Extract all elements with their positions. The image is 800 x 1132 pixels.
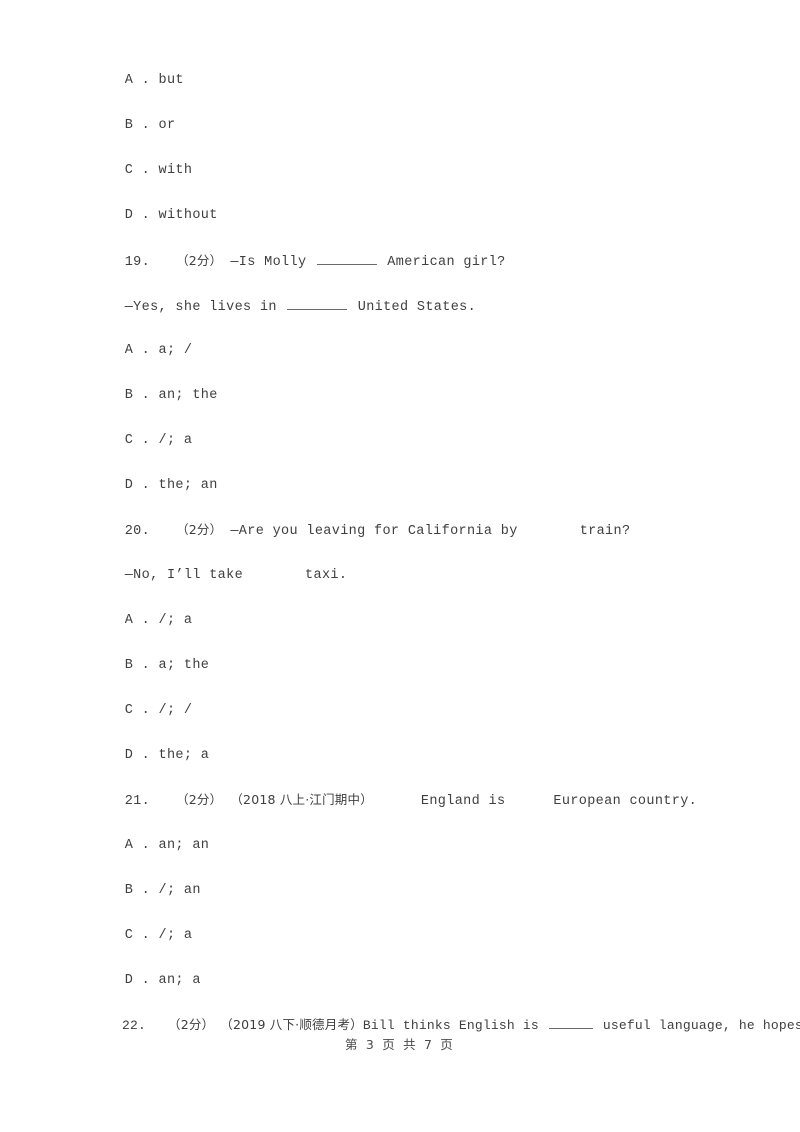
option-row[interactable]: C . /; /: [74, 687, 192, 735]
option-separator: .: [133, 388, 159, 403]
option-letter: A: [124, 73, 134, 88]
question-text-after-blank: train?: [579, 524, 631, 539]
option-row[interactable]: D . the; a: [74, 732, 209, 780]
question-stem: 19. （2分） —Is Molly American girl?: [74, 236, 506, 287]
question-source: （2019 八下·顺德月考）: [220, 1017, 363, 1032]
option-separator: .: [133, 973, 159, 988]
question-source: （2018 八上·江门期中）: [230, 792, 373, 807]
option-letter: D: [124, 478, 134, 493]
option-separator: .: [133, 478, 159, 493]
question-number: 19.: [124, 255, 151, 270]
option-letter: C: [124, 163, 134, 178]
question-text-before-blank: —Are you leaving for California by: [230, 524, 518, 539]
option-separator: .: [133, 928, 159, 943]
option-row[interactable]: D . the; an: [74, 462, 218, 510]
option-text: an; an: [158, 838, 210, 853]
question-number: 21.: [124, 794, 151, 809]
question-stem-line2: —No, I’ll take taxi.: [74, 552, 347, 600]
option-separator: .: [133, 73, 159, 88]
option-separator: .: [133, 613, 159, 628]
answer-blank[interactable]: [316, 252, 377, 265]
option-separator: .: [133, 343, 159, 358]
option-text: an; the: [158, 388, 218, 403]
question-number: 22.: [122, 1018, 147, 1033]
answer-blank[interactable]: [287, 297, 348, 310]
option-separator: .: [133, 118, 159, 133]
question-points: （2分）: [176, 522, 223, 537]
option-text: an; a: [158, 973, 201, 988]
option-letter: A: [124, 613, 134, 628]
question-text-after-blank: United States.: [349, 300, 477, 315]
question-text-after-blank: taxi.: [305, 568, 348, 583]
answer-blank[interactable]: [548, 1016, 593, 1029]
option-text: with: [158, 163, 193, 178]
option-row[interactable]: C . /; a: [74, 912, 192, 960]
option-text: /; /: [158, 703, 193, 718]
question-stem-line2: —Yes, she lives in United States.: [74, 281, 476, 332]
option-separator: .: [133, 163, 159, 178]
option-row[interactable]: C . /; a: [74, 417, 192, 465]
option-row[interactable]: A . but: [74, 57, 184, 105]
option-row[interactable]: B . an; the: [74, 372, 218, 420]
option-text: /; an: [158, 883, 201, 898]
option-separator: .: [133, 838, 159, 853]
option-text: the; an: [158, 478, 218, 493]
option-row[interactable]: B . /; an: [74, 867, 201, 915]
option-letter: A: [124, 838, 134, 853]
question-points: （2分）: [176, 253, 223, 268]
question-text-before-blank: —No, I’ll take: [124, 568, 244, 583]
option-separator: .: [133, 703, 159, 718]
option-text: or: [158, 118, 176, 133]
question-text-before-blank: England is: [420, 794, 506, 809]
option-separator: .: [133, 883, 159, 898]
option-text: /; a: [158, 928, 193, 943]
question-stem: 21. （2分） （2018 八上·江门期中） England is European …: [74, 776, 697, 826]
question-number: 20.: [124, 524, 151, 539]
option-row[interactable]: D . an; a: [74, 957, 201, 1005]
question-text-after-blank: American girl?: [378, 255, 506, 270]
option-text: a; the: [158, 658, 210, 673]
option-row[interactable]: B . a; the: [74, 642, 209, 690]
question-text-before-blank: —Is Molly: [230, 255, 315, 270]
option-letter: B: [124, 388, 134, 403]
option-letter: B: [124, 883, 134, 898]
option-row[interactable]: D . without: [74, 192, 218, 240]
option-letter: B: [124, 658, 134, 673]
option-row[interactable]: A . a; /: [74, 327, 192, 375]
option-letter: D: [124, 748, 134, 763]
option-text: /; a: [158, 613, 193, 628]
option-letter: B: [124, 118, 134, 133]
option-letter: C: [124, 703, 134, 718]
option-text: a; /: [158, 343, 193, 358]
option-letter: C: [124, 433, 134, 448]
option-row[interactable]: A . an; an: [74, 822, 209, 870]
question-text-after-blank: European country.: [553, 794, 698, 809]
option-row[interactable]: C . with: [74, 147, 192, 195]
option-separator: .: [133, 208, 159, 223]
question-points: （2分）: [168, 1017, 215, 1032]
question-points: （2分）: [176, 792, 223, 807]
option-text: but: [158, 73, 184, 88]
question-text-after-blank: useful language, he hopes to: [602, 1018, 800, 1033]
option-letter: C: [124, 928, 134, 943]
option-text: the; a: [158, 748, 210, 763]
option-text: without: [158, 208, 218, 223]
option-separator: .: [133, 748, 159, 763]
option-separator: .: [133, 433, 159, 448]
document-page: A . but B . or C . with D . without 19. （…: [0, 0, 800, 1132]
page-footer: 第 3 页 共 7 页: [345, 1037, 455, 1052]
option-row[interactable]: A . /; a: [74, 597, 192, 645]
option-row[interactable]: B . or: [74, 102, 175, 150]
question-stem: 20. （2分） —Are you leaving for California b…: [74, 506, 630, 556]
option-text: /; a: [158, 433, 193, 448]
option-letter: A: [124, 343, 134, 358]
option-letter: D: [124, 208, 134, 223]
option-separator: .: [133, 658, 159, 673]
question-text-before-blank: Bill thinks English is: [362, 1018, 547, 1033]
option-letter: D: [124, 973, 134, 988]
question-text-before-blank: —Yes, she lives in: [124, 300, 286, 315]
